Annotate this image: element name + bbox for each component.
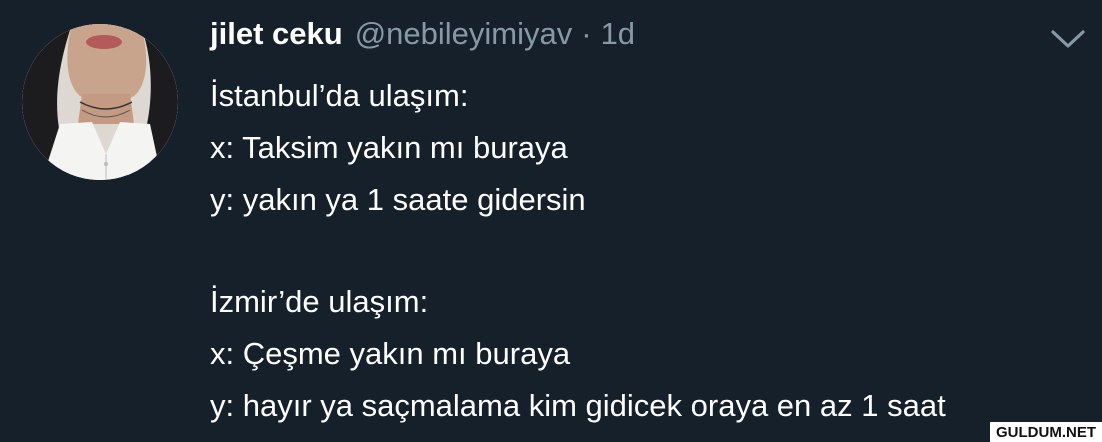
author-name[interactable]: jilet ceku bbox=[210, 16, 343, 52]
tweet-line: y: yakın ya 1 saate gidersin bbox=[210, 182, 586, 217]
tweet-line: İstanbul’da ulaşım: bbox=[210, 78, 469, 113]
avatar[interactable] bbox=[22, 24, 178, 180]
tweet-line: y: hayır ya saçmalama kim gidicek oraya … bbox=[210, 388, 946, 423]
tweet-timestamp[interactable]: 1d bbox=[601, 16, 635, 52]
separator-dot: · bbox=[581, 16, 592, 51]
tweet-line: İzmir’de ulaşım: bbox=[210, 284, 429, 319]
tweet-header: jilet ceku @nebileyimiyav · 1d bbox=[210, 16, 635, 62]
tweet-line: x: Taksim yakın mı buraya bbox=[210, 130, 568, 165]
watermark: GULDUM.NET bbox=[990, 422, 1102, 442]
tweet-line: x: Çeşme yakın mı buraya bbox=[210, 336, 571, 371]
tweet-text: İstanbul’da ulaşım: x: Taksim yakın mı b… bbox=[210, 70, 1090, 432]
author-handle[interactable]: @nebileyimiyav bbox=[355, 16, 573, 52]
chevron-down-icon[interactable] bbox=[1050, 26, 1086, 52]
